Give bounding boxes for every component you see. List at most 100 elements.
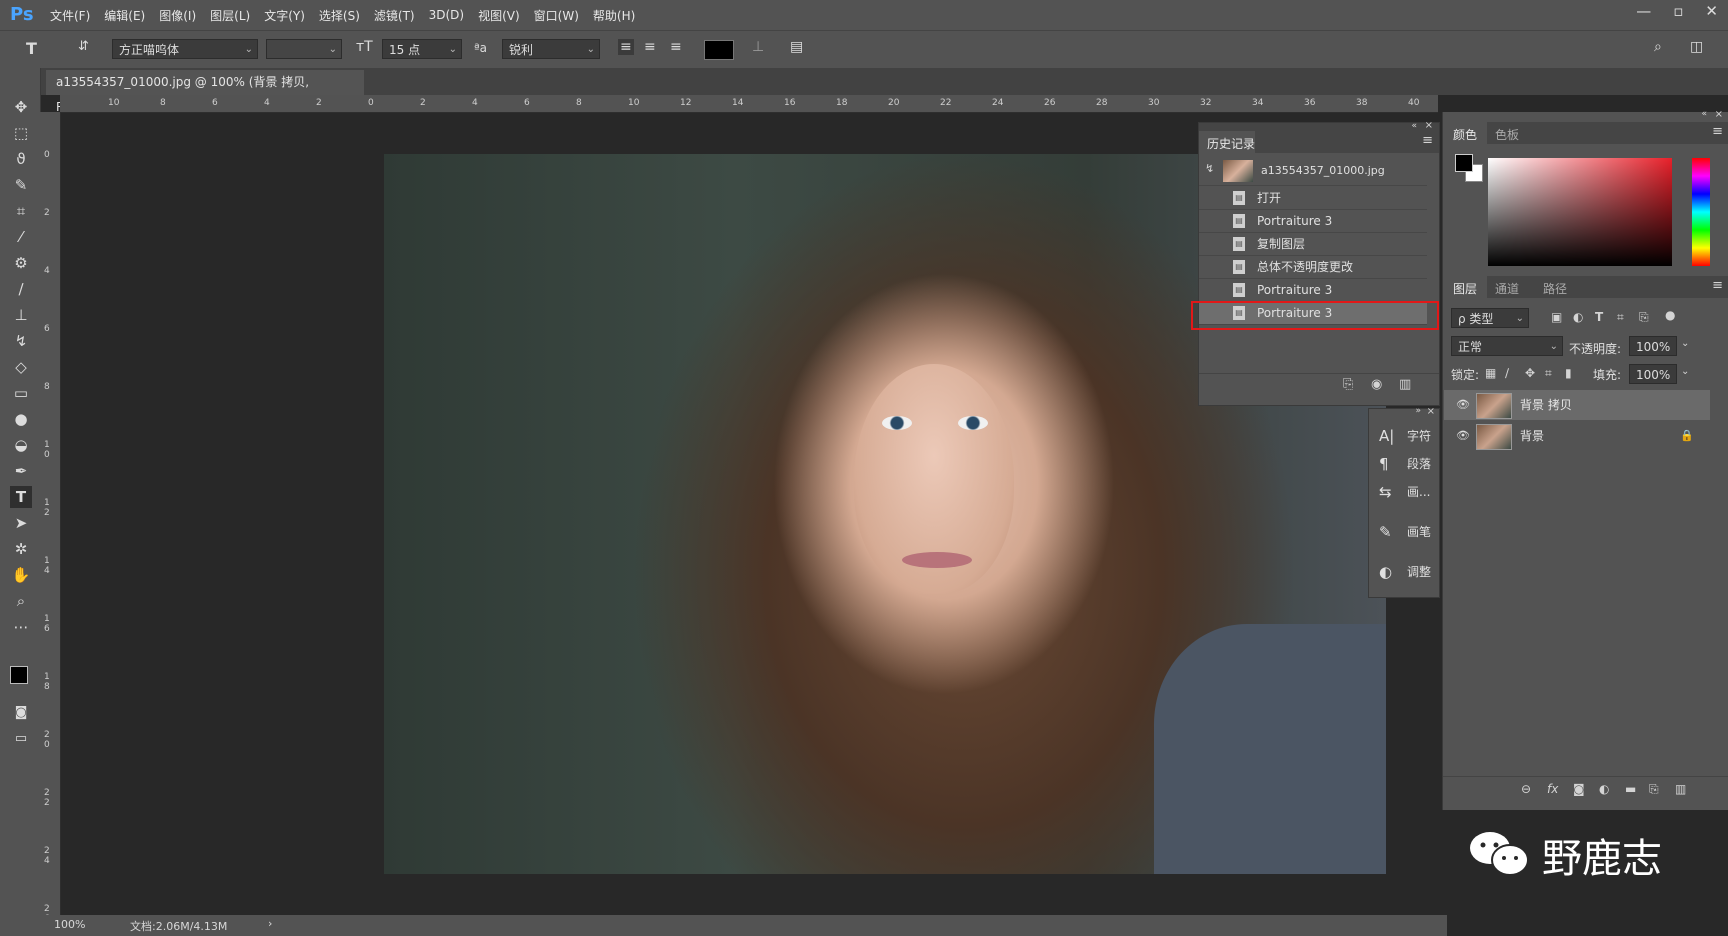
layer-row[interactable]: 👁 背景 🔒 <box>1444 421 1710 451</box>
menu-view[interactable]: 视图(V) <box>478 7 520 24</box>
close-button[interactable]: ✕ <box>1705 2 1718 20</box>
zoom-level[interactable]: 100% <box>54 918 85 931</box>
anti-alias-select[interactable]: 锐利 ⌄ <box>502 39 600 59</box>
smart-object-filter-icon[interactable]: ⎘ <box>1639 310 1649 325</box>
blend-mode-select[interactable]: 正常 ⌄ <box>1451 336 1563 356</box>
history-brush-tool-icon[interactable]: ↯ <box>10 330 32 352</box>
layer-row-selected[interactable]: 👁 背景 拷贝 <box>1444 390 1710 420</box>
camera-icon[interactable]: ◉ <box>1371 377 1382 392</box>
dock-brush-presets[interactable]: ⇆ 画... <box>1375 479 1435 505</box>
history-item[interactable]: ▤ 总体不透明度更改 <box>1199 256 1427 279</box>
chevron-down-icon[interactable]: ⌄ <box>1681 366 1689 377</box>
new-adjustment-icon[interactable]: ◐ <box>1599 782 1609 796</box>
search-icon[interactable]: ⌕ <box>1654 39 1662 55</box>
menu-type[interactable]: 文字(Y) <box>264 7 305 24</box>
tab-channels[interactable]: 通道 <box>1495 280 1519 297</box>
align-left-icon[interactable]: ≡ <box>618 39 634 55</box>
type-tool-icon[interactable]: T <box>26 39 37 58</box>
close-dock-icon[interactable]: × <box>1427 406 1435 417</box>
menu-3d[interactable]: 3D(D) <box>429 8 464 22</box>
hand-tool-icon[interactable]: ✋ <box>10 564 32 586</box>
lasso-tool-icon[interactable]: ϑ <box>10 148 32 170</box>
more-tools-icon[interactable]: ⋯ <box>10 616 32 638</box>
chevron-down-icon[interactable]: ⌄ <box>1681 338 1689 349</box>
font-style-select[interactable]: ⌄ <box>266 39 342 59</box>
gradient-tool-icon[interactable]: ▭ <box>10 382 32 404</box>
maximize-button[interactable]: ▫ <box>1673 2 1683 20</box>
history-brush-source-icon[interactable]: ↯ <box>1205 162 1214 175</box>
shape-filter-icon[interactable]: ⌗ <box>1617 310 1624 325</box>
chevron-right-icon[interactable]: › <box>268 917 272 930</box>
text-orientation-icon[interactable]: ⇵ <box>78 39 89 54</box>
new-layer-icon[interactable]: ⎘ <box>1649 782 1659 797</box>
shape-tool-icon[interactable]: ✲ <box>10 538 32 560</box>
collapse-icon[interactable]: « <box>1701 109 1707 119</box>
adjustment-filter-icon[interactable]: ◐ <box>1573 310 1583 324</box>
foreground-color-swatch[interactable] <box>1455 154 1473 172</box>
stamp-tool-icon[interactable]: ⊥ <box>10 304 32 326</box>
history-item[interactable]: ▤ Portraiture 3 <box>1199 210 1427 233</box>
type-filter-icon[interactable]: T <box>1595 310 1603 324</box>
panel-menu-icon[interactable]: ≡ <box>1712 278 1723 293</box>
menu-select[interactable]: 选择(S) <box>319 7 360 24</box>
fx-icon[interactable]: fx <box>1547 782 1558 796</box>
lock-all-icon[interactable]: ▮ <box>1565 366 1572 380</box>
menu-filter[interactable]: 滤镜(T) <box>374 7 415 24</box>
layer-filter-select[interactable]: ρ 类型 ⌄ <box>1451 308 1529 328</box>
menu-help[interactable]: 帮助(H) <box>593 7 635 24</box>
trash-icon[interactable]: ▥ <box>1399 377 1411 392</box>
dock-adjustments[interactable]: ◐ 调整 <box>1375 559 1435 585</box>
opacity-input[interactable]: 100% <box>1629 336 1677 356</box>
lock-transparency-icon[interactable]: ▦ <box>1485 366 1496 380</box>
link-layers-icon[interactable]: ⊖ <box>1521 782 1531 796</box>
expand-icon[interactable]: » <box>1415 406 1421 416</box>
warp-text-icon[interactable]: ⊥ <box>752 39 764 55</box>
move-tool-icon[interactable]: ✥ <box>10 96 32 118</box>
close-panel-icon[interactable]: × <box>1715 109 1723 120</box>
crop-tool-icon[interactable]: ⌗ <box>10 200 32 222</box>
tab-swatches[interactable]: 色板 <box>1495 126 1519 143</box>
dock-character[interactable]: A| 字符 <box>1375 423 1435 449</box>
color-picker-field[interactable] <box>1488 158 1672 266</box>
panel-menu-icon[interactable]: ≡ <box>1422 133 1433 148</box>
tab-color[interactable]: 颜色 <box>1443 122 1487 144</box>
visibility-eye-icon[interactable]: 👁 <box>1456 421 1470 451</box>
menu-edit[interactable]: 编辑(E) <box>104 7 145 24</box>
add-mask-icon[interactable]: ◙ <box>1573 782 1585 796</box>
dock-brush[interactable]: ✎ 画笔 <box>1375 519 1435 545</box>
menu-image[interactable]: 图像(I) <box>159 7 196 24</box>
lock-artboard-icon[interactable]: ⌗ <box>1545 366 1552 381</box>
document-tab[interactable]: a13554357_01000.jpg @ 100% (背景 拷贝, RGB/8… <box>46 70 364 114</box>
lock-position-icon[interactable]: ✥ <box>1525 366 1535 380</box>
collapse-icon[interactable]: « <box>1411 121 1417 131</box>
quick-select-tool-icon[interactable]: ✎ <box>10 174 32 196</box>
dock-paragraph[interactable]: ¶ 段落 <box>1375 451 1435 477</box>
quick-mask-icon[interactable]: ◙ <box>10 702 32 724</box>
font-family-select[interactable]: 方正喵呜体 ⌄ <box>112 39 258 59</box>
new-group-icon[interactable]: ▬ <box>1625 782 1636 796</box>
screen-mode-icon[interactable]: ▭ <box>10 728 32 750</box>
history-snapshot[interactable]: ↯ a13554357_01000.jpg <box>1199 157 1427 186</box>
history-item[interactable]: ▤ Portraiture 3 <box>1199 279 1427 302</box>
history-item[interactable]: ▤ 打开 <box>1199 187 1427 210</box>
align-center-icon[interactable]: ≡ <box>644 39 656 55</box>
text-color-swatch[interactable] <box>704 40 734 60</box>
minimize-button[interactable]: — <box>1636 2 1651 20</box>
font-size-select[interactable]: 15 点 ⌄ <box>382 39 462 59</box>
menu-layer[interactable]: 图层(L) <box>210 7 250 24</box>
close-panel-icon[interactable]: × <box>1425 120 1433 131</box>
tab-paths[interactable]: 路径 <box>1543 280 1567 297</box>
visibility-eye-icon[interactable]: 👁 <box>1456 390 1470 420</box>
blur-tool-icon[interactable]: ● <box>10 408 32 430</box>
delete-layer-icon[interactable]: ▥ <box>1675 782 1686 796</box>
hue-slider[interactable] <box>1692 158 1710 266</box>
new-document-from-state-icon[interactable]: ⎘ <box>1343 377 1353 392</box>
align-right-icon[interactable]: ≡ <box>670 39 682 55</box>
fill-input[interactable]: 100% <box>1629 364 1677 384</box>
panel-menu-icon[interactable]: ≡ <box>1712 124 1723 139</box>
character-panel-icon[interactable]: ▤ <box>790 39 803 55</box>
pixel-filter-icon[interactable]: ▣ <box>1551 310 1562 324</box>
foreground-color-swatch[interactable] <box>10 666 28 684</box>
menu-file[interactable]: 文件(F) <box>50 7 90 24</box>
history-item[interactable]: ▤ 复制图层 <box>1199 233 1427 256</box>
